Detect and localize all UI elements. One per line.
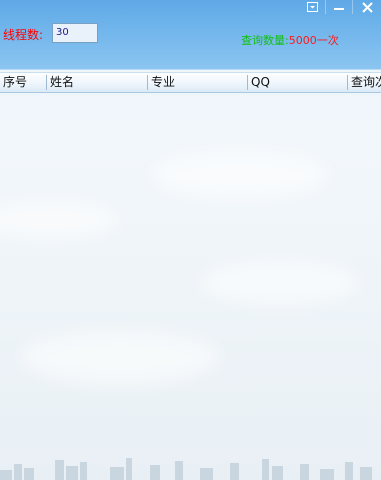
dropdown-menu-icon-glyph (306, 2, 318, 12)
minimize-icon[interactable] (325, 0, 352, 14)
close-icon-glyph (361, 1, 373, 13)
city-skyline-image (0, 458, 372, 480)
column-header-name[interactable]: 姓名 (47, 73, 147, 92)
thread-count-input[interactable]: 30 (52, 23, 98, 43)
column-header-qq[interactable]: QQ (248, 73, 347, 92)
background-cloud (200, 260, 360, 305)
query-count-label: 查询数量: (241, 34, 289, 47)
column-header-query-count[interactable]: 查询次 (348, 73, 381, 92)
table-header: 序号 姓名 专业 QQ 查询次 (0, 72, 381, 93)
background-cloud (150, 150, 330, 200)
column-header-major[interactable]: 专业 (148, 73, 247, 92)
title-toolbar-area: 线程数: 30 查询数量:5000一次 (0, 0, 381, 70)
query-count-value: 5000一次 (288, 34, 339, 47)
thread-count-label: 线程数: (3, 28, 44, 42)
column-header-index[interactable]: 序号 (0, 73, 46, 92)
background-cloud (0, 200, 120, 240)
minimize-icon-glyph (334, 8, 344, 10)
app-window: 线程数: 30 查询数量:5000一次 序号 姓名 专业 QQ 查询次 (0, 0, 381, 480)
background-cloud (20, 330, 220, 385)
query-count-text: 查询数量:5000一次 (241, 34, 339, 48)
window-controls (299, 0, 381, 14)
close-icon[interactable] (352, 0, 381, 14)
dropdown-menu-icon[interactable] (299, 0, 325, 14)
